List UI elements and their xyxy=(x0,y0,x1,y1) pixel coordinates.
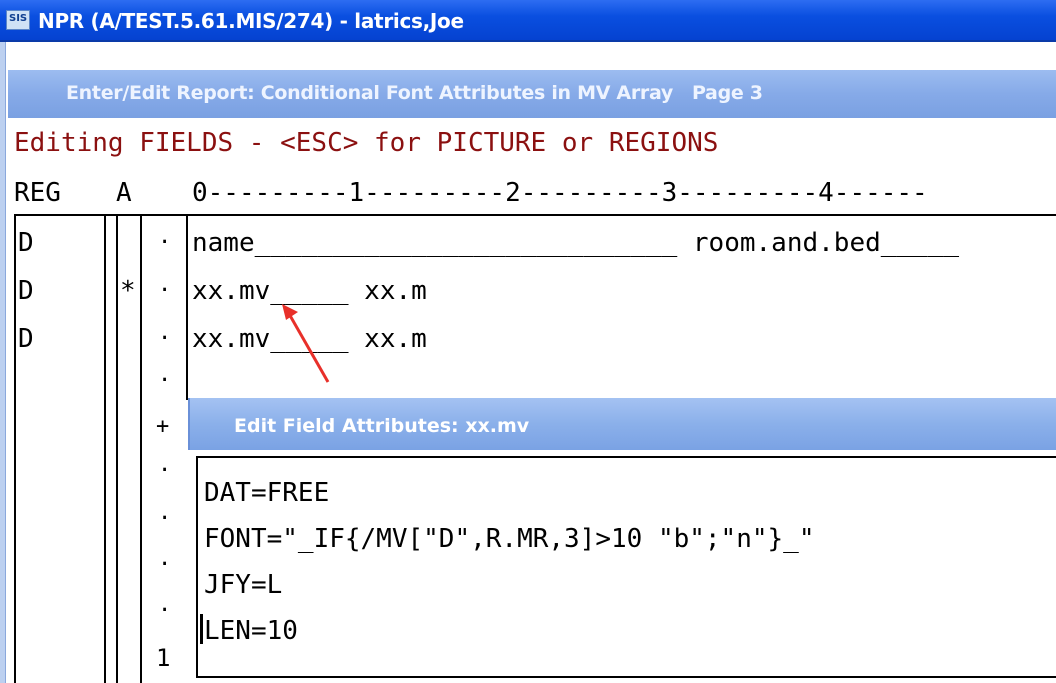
attribute-line[interactable]: JFY=L xyxy=(204,570,282,600)
window-title: NPR (A/TEST.5.61.MIS/274) - latrics,Joe xyxy=(38,9,464,33)
row-marker: · xyxy=(158,278,172,303)
row-reg: D xyxy=(18,276,34,306)
column-header-reg: REG xyxy=(14,178,61,208)
grid-header-divider xyxy=(14,214,1056,216)
text-cursor xyxy=(200,614,203,644)
dialog-title: Edit Field Attributes: xx.mv xyxy=(234,415,530,437)
attribute-line[interactable]: LEN=10 xyxy=(204,616,298,646)
report-page-label: Page 3 xyxy=(691,82,763,104)
app-icon[interactable]: SIS xyxy=(6,10,30,30)
window-frame-left xyxy=(0,42,6,683)
gutter-marker: + xyxy=(156,414,170,439)
row-marker: · xyxy=(158,326,172,351)
grid-line-a-left xyxy=(116,214,118,683)
row-marker: · xyxy=(158,230,172,255)
attribute-line[interactable]: FONT="_IF{/MV["D",R.MR,3]>10 "b";"n"}_" xyxy=(204,524,814,554)
grid-line-reg-left xyxy=(14,214,16,683)
row-reg: D xyxy=(18,324,34,354)
report-header-title: Enter/Edit Report: Conditional Font Attr… xyxy=(66,82,763,104)
grid-line-content-left xyxy=(186,214,188,400)
app-icon-label: SIS xyxy=(9,13,28,24)
gutter-marker: · xyxy=(158,506,172,531)
report-header-bar: Enter/Edit Report: Conditional Font Attr… xyxy=(8,70,1056,118)
row-attr: * xyxy=(120,276,136,306)
column-header-a: A xyxy=(116,178,132,208)
attribute-line[interactable]: DAT=FREE xyxy=(204,478,329,508)
dialog-title-bar[interactable]: Edit Field Attributes: xx.mv xyxy=(188,398,1056,450)
grid-line-a-right xyxy=(140,214,142,683)
row-field-content[interactable]: xx.mv_____ xx.m xyxy=(192,276,427,306)
row-reg: D xyxy=(18,228,34,258)
gutter-marker: · xyxy=(158,458,172,483)
row-field-content[interactable]: name___________________________ room.and… xyxy=(192,228,959,258)
report-title: Enter/Edit Report: Conditional Font Attr… xyxy=(66,82,673,104)
gutter-marker: · xyxy=(158,552,172,577)
attributes-editor[interactable]: DAT=FREE FONT="_IF{/MV["D",R.MR,3]>10 "b… xyxy=(196,456,1056,678)
edit-field-attributes-dialog[interactable]: Edit Field Attributes: xx.mv DAT=FREE FO… xyxy=(188,398,1056,683)
grid-line-reg-right xyxy=(104,214,106,683)
column-ruler: 0---------1---------2---------3---------… xyxy=(192,178,928,208)
editor-mode-message: Editing FIELDS - <ESC> for PICTURE or RE… xyxy=(14,128,719,158)
annotation-arrow-icon xyxy=(282,304,330,383)
window-title-bar[interactable]: SIS NPR (A/TEST.5.61.MIS/274) - latrics,… xyxy=(0,0,1056,42)
gutter-marker: · xyxy=(158,598,172,623)
gutter-marker: 1 xyxy=(156,644,171,672)
gutter-marker: · xyxy=(158,368,172,393)
